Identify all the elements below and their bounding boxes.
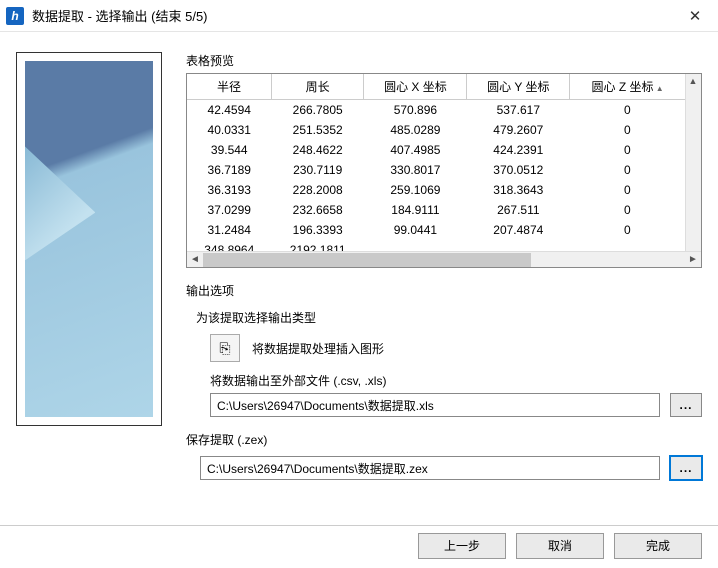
table-cell: 184.9111 xyxy=(364,200,467,220)
table-cell: 370.0512 xyxy=(467,160,570,180)
table-row[interactable]: 37.0299232.6658184.9111267.5110 xyxy=(187,200,685,220)
table-cell: 485.0289 xyxy=(364,120,467,140)
table-row[interactable]: 36.3193228.2008259.1069318.36430 xyxy=(187,180,685,200)
table-cell xyxy=(467,240,570,252)
table-cell: 40.0331 xyxy=(187,120,272,140)
titlebar: h 数据提取 - 选择输出 (结束 5/5) ✕ xyxy=(0,0,718,32)
table-cell: 479.2607 xyxy=(467,120,570,140)
table-cell: 330.8017 xyxy=(364,160,467,180)
footer: 上一步 取消 完成 xyxy=(0,525,718,565)
table-cell: 424.2391 xyxy=(467,140,570,160)
table-cell: 0 xyxy=(570,200,685,220)
table-cell: 248.4622 xyxy=(272,140,364,160)
table-cell: 318.3643 xyxy=(467,180,570,200)
table-row[interactable]: 39.544248.4622407.4985424.23910 xyxy=(187,140,685,160)
scroll-up-icon[interactable]: ▲ xyxy=(686,74,700,88)
horizontal-scrollbar[interactable]: ◄ ► xyxy=(187,251,701,267)
save-section-label: 保存提取 (.zex) xyxy=(186,431,702,448)
insert-into-drawing-button[interactable]: ⎘ xyxy=(210,334,240,362)
table-row[interactable]: 348.89642192.1811 xyxy=(187,240,685,252)
column-header[interactable]: 圆心 X 坐标 xyxy=(364,74,467,100)
table-cell: 99.0441 xyxy=(364,220,467,240)
back-button[interactable]: 上一步 xyxy=(418,533,506,559)
table-cell: 0 xyxy=(570,220,685,240)
table-cell: 0 xyxy=(570,160,685,180)
table-cell: 537.617 xyxy=(467,100,570,120)
save-path-input[interactable] xyxy=(200,456,660,480)
scroll-left-icon[interactable]: ◄ xyxy=(187,252,203,268)
close-button[interactable]: ✕ xyxy=(672,0,718,32)
table-cell: 228.2008 xyxy=(272,180,364,200)
browse-save-button[interactable]: ... xyxy=(670,456,702,480)
output-type-label: 为该提取选择输出类型 xyxy=(196,309,702,326)
table-cell: 232.6658 xyxy=(272,200,364,220)
table-cell: 37.0299 xyxy=(187,200,272,220)
table-row[interactable]: 42.4594266.7805570.896537.6170 xyxy=(187,100,685,120)
column-header[interactable]: 周长 xyxy=(272,74,364,100)
table-cell: 39.544 xyxy=(187,140,272,160)
data-table: 半径周长圆心 X 坐标圆心 Y 坐标圆心 Z 坐标 ▲ 42.4594266.7… xyxy=(187,74,685,251)
table-cell: 0 xyxy=(570,180,685,200)
table-cell: 36.7189 xyxy=(187,160,272,180)
table-cell: 36.3193 xyxy=(187,180,272,200)
external-output-label: 将数据输出至外部文件 (.csv, .xls) xyxy=(210,372,702,389)
table-preview-label: 表格预览 xyxy=(186,52,702,69)
column-header[interactable]: 半径 xyxy=(187,74,272,100)
table-row[interactable]: 31.2484196.339399.0441207.48740 xyxy=(187,220,685,240)
table-cell xyxy=(570,240,685,252)
table-row[interactable]: 40.0331251.5352485.0289479.26070 xyxy=(187,120,685,140)
column-header[interactable]: 圆心 Z 坐标 ▲ xyxy=(570,74,685,100)
table-cell: 2192.1811 xyxy=(272,240,364,252)
table-cell: 196.3393 xyxy=(272,220,364,240)
table-cell: 259.1069 xyxy=(364,180,467,200)
table-cell: 230.7119 xyxy=(272,160,364,180)
table-cell: 570.896 xyxy=(364,100,467,120)
browse-external-button[interactable]: ... xyxy=(670,393,702,417)
vertical-scrollbar[interactable]: ▲ xyxy=(685,74,701,251)
scroll-thumb[interactable] xyxy=(203,253,531,267)
sort-icon: ▲ xyxy=(654,84,664,93)
preview-thumbnail xyxy=(16,52,162,426)
table-row[interactable]: 36.7189230.7119330.8017370.05120 xyxy=(187,160,685,180)
table-scroll[interactable]: 半径周长圆心 X 坐标圆心 Y 坐标圆心 Z 坐标 ▲ 42.4594266.7… xyxy=(187,74,685,251)
finish-button[interactable]: 完成 xyxy=(614,533,702,559)
insert-icon: ⎘ xyxy=(219,340,230,357)
table-preview: 半径周长圆心 X 坐标圆心 Y 坐标圆心 Z 坐标 ▲ 42.4594266.7… xyxy=(186,73,702,268)
table-cell: 0 xyxy=(570,140,685,160)
cancel-button[interactable]: 取消 xyxy=(516,533,604,559)
output-section-label: 输出选项 xyxy=(186,282,702,299)
table-cell: 267.511 xyxy=(467,200,570,220)
column-header[interactable]: 圆心 Y 坐标 xyxy=(467,74,570,100)
table-cell: 207.4874 xyxy=(467,220,570,240)
table-cell: 348.8964 xyxy=(187,240,272,252)
table-cell: 42.4594 xyxy=(187,100,272,120)
app-icon: h xyxy=(6,7,24,25)
table-cell: 266.7805 xyxy=(272,100,364,120)
table-cell: 0 xyxy=(570,100,685,120)
insert-label: 将数据提取处理插入图形 xyxy=(252,340,384,357)
scroll-right-icon[interactable]: ► xyxy=(685,252,701,268)
table-cell xyxy=(364,240,467,252)
window-title: 数据提取 - 选择输出 (结束 5/5) xyxy=(32,6,208,25)
external-path-input[interactable] xyxy=(210,393,660,417)
table-cell: 0 xyxy=(570,120,685,140)
table-cell: 31.2484 xyxy=(187,220,272,240)
table-cell: 251.5352 xyxy=(272,120,364,140)
table-cell: 407.4985 xyxy=(364,140,467,160)
